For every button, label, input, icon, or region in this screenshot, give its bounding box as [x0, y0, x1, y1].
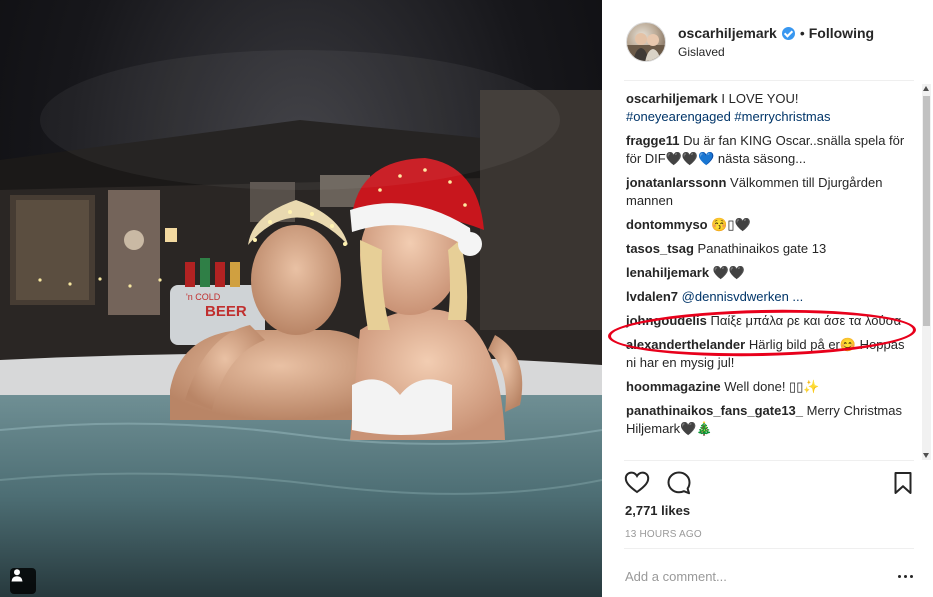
- comment-username[interactable]: oscarhiljemark: [626, 91, 718, 106]
- add-comment-input[interactable]: [625, 566, 875, 586]
- avatar[interactable]: [626, 22, 666, 62]
- speech-bubble-icon[interactable]: [666, 470, 692, 496]
- comment-item: lvdalen7 @dennisvdwerken ...: [626, 288, 918, 306]
- comment-username[interactable]: hoommagazine: [626, 379, 721, 394]
- comment-item: jonatanlarssonn Välkommen till Djurgårde…: [626, 174, 918, 210]
- comment-item: hoommagazine Well done! ▯▯✨: [626, 378, 918, 396]
- heart-icon[interactable]: [624, 470, 650, 496]
- scroll-down-arrow-icon[interactable]: [923, 453, 929, 458]
- user-tag-icon: [11, 569, 23, 582]
- actions-divider: [624, 460, 914, 461]
- comment-text: Panathinaikos gate 13: [697, 241, 827, 256]
- comment-username[interactable]: tasos_tsag: [626, 241, 694, 256]
- photo-scene: BEER 'n COLD: [0, 50, 602, 597]
- comments-list[interactable]: oscarhiljemark I LOVE YOU! #oneyearengag…: [626, 90, 918, 458]
- comment-text: 😚▯🖤: [711, 217, 751, 232]
- comment-item: tasos_tsag Panathinaikos gate 13: [626, 240, 918, 258]
- follow-separator: •: [799, 25, 805, 41]
- following-button[interactable]: Following: [809, 25, 874, 41]
- comment-mention[interactable]: @dennisvdwerken ...: [682, 289, 804, 304]
- likes-count[interactable]: 2,771 likes: [625, 503, 690, 518]
- comment-username[interactable]: panathinaikos_fans_gate13_: [626, 403, 803, 418]
- caption-hashtags[interactable]: #oneyearengaged #merrychristmas: [626, 109, 831, 124]
- comment-username[interactable]: lenahiljemark: [626, 265, 709, 280]
- comment-username[interactable]: lvdalen7: [626, 289, 678, 304]
- scroll-up-arrow-icon[interactable]: [923, 86, 929, 91]
- bookmark-icon[interactable]: [890, 470, 916, 496]
- composer-divider: [624, 548, 914, 549]
- tagged-users-button[interactable]: [10, 568, 36, 594]
- location-link[interactable]: Gislaved: [678, 45, 725, 59]
- caption: oscarhiljemark I LOVE YOU! #oneyearengag…: [626, 90, 918, 126]
- comments-scrollbar[interactable]: [922, 84, 931, 460]
- header-divider: [624, 80, 914, 81]
- comment-item: fragge11 Du är fan KING Oscar..snälla sp…: [626, 132, 918, 168]
- comment-username[interactable]: jonatanlarssonn: [626, 175, 726, 190]
- post-timestamp[interactable]: 13 HOURS AGO: [625, 529, 702, 540]
- caption-text: I LOVE YOU!: [721, 91, 799, 106]
- comment-item: panathinaikos_fans_gate13_ Merry Christm…: [626, 402, 918, 438]
- cooler-small-label: 'n COLD: [186, 292, 221, 302]
- comment-text: Well done! ▯▯✨: [724, 379, 820, 394]
- username-row: oscarhiljemark • Following: [678, 25, 874, 41]
- comment-username[interactable]: fragge11: [626, 133, 679, 148]
- scrollbar-thumb[interactable]: [923, 96, 930, 326]
- post-photo[interactable]: BEER 'n COLD: [0, 0, 602, 597]
- more-options-icon[interactable]: [896, 568, 916, 584]
- post-username[interactable]: oscarhiljemark: [678, 25, 777, 41]
- verified-badge-icon: [781, 26, 795, 40]
- comment-username[interactable]: dontommyso: [626, 217, 708, 232]
- avatar-image: [627, 33, 665, 61]
- comment-item: dontommyso 😚▯🖤: [626, 216, 918, 234]
- comment-text: 🖤🖤: [712, 265, 746, 280]
- post-header: oscarhiljemark • Following Gislaved: [624, 20, 914, 66]
- action-bar: [624, 468, 914, 498]
- comment-item: lenahiljemark 🖤🖤: [626, 264, 918, 282]
- cooler-label: BEER: [205, 303, 247, 320]
